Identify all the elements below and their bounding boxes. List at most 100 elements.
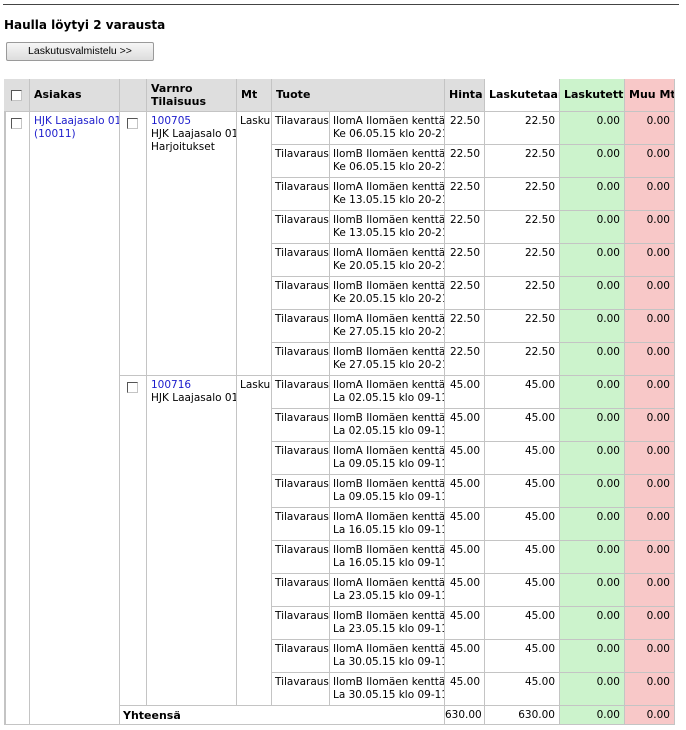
- row-laskutettu: 0.00: [560, 508, 625, 541]
- row-tuote: Tilavaraus: [272, 673, 330, 706]
- customer-code-link[interactable]: (10011): [34, 128, 76, 140]
- row-resource-name: IlomB Ilomäen kenttä B: [333, 676, 445, 688]
- row-resource: IlomA Ilomäen kenttä A La 23.05.15 klo 09…: [330, 574, 445, 607]
- row-resource: IlomB Ilomäen kenttä B La 09.05.15 klo 09…: [330, 475, 445, 508]
- row-resource-name: IlomB Ilomäen kenttä B: [333, 346, 445, 358]
- row-resource: IlomA Ilomäen kenttä A Ke 20.05.15 klo 20…: [330, 244, 445, 277]
- row-resource-time: La 23.05.15 klo 09-11: [333, 623, 445, 635]
- header-laskutetaan: Laskutetaan: [485, 79, 560, 112]
- row-resource-name: IlomB Ilomäen kenttä B: [333, 214, 445, 226]
- row-muu-mt: 0.00: [625, 607, 675, 640]
- row-laskutetaan: 45.00: [485, 376, 560, 409]
- customer-select-cell: [4, 112, 30, 725]
- row-laskutetaan: 45.00: [485, 607, 560, 640]
- row-hinta: 45.00: [445, 541, 485, 574]
- row-laskutetaan: 45.00: [485, 409, 560, 442]
- row-laskutettu: 0.00: [560, 244, 625, 277]
- row-muu-mt: 0.00: [625, 508, 675, 541]
- row-resource-name: IlomA Ilomäen kenttä A: [333, 181, 445, 193]
- row-resource: IlomB Ilomäen kenttä B La 16.05.15 klo 09…: [330, 541, 445, 574]
- row-laskutetaan: 45.00: [485, 475, 560, 508]
- row-resource-name: IlomA Ilomäen kenttä A: [333, 115, 445, 127]
- row-resource-name: IlomA Ilomäen kenttä A: [333, 247, 445, 259]
- row-laskutetaan: 22.50: [485, 244, 560, 277]
- row-resource-time: La 09.05.15 klo 09-11: [333, 491, 445, 503]
- row-tuote: Tilavaraus: [272, 607, 330, 640]
- header-select-booking: [120, 79, 147, 112]
- row-resource-time: La 16.05.15 klo 09-11: [333, 524, 445, 536]
- row-laskutettu: 0.00: [560, 277, 625, 310]
- row-laskutettu: 0.00: [560, 112, 625, 145]
- row-resource: IlomA Ilomäen kenttä A La 09.05.15 klo 09…: [330, 442, 445, 475]
- row-resource: IlomB Ilomäen kenttä B La 23.05.15 klo 09…: [330, 607, 445, 640]
- row-resource: IlomB Ilomäen kenttä B Ke 27.05.15 klo 20…: [330, 343, 445, 376]
- row-muu-mt: 0.00: [625, 475, 675, 508]
- totals-muu-mt: 0.00: [625, 706, 675, 725]
- row-hinta: 22.50: [445, 343, 485, 376]
- row-tuote: Tilavaraus: [272, 574, 330, 607]
- row-resource-time: La 09.05.15 klo 09-11: [333, 458, 445, 470]
- row-muu-mt: 0.00: [625, 244, 675, 277]
- row-tuote: Tilavaraus: [272, 640, 330, 673]
- row-resource: IlomB Ilomäen kenttä B Ke 06.05.15 klo 20…: [330, 145, 445, 178]
- row-resource-time: Ke 13.05.15 klo 20-21: [333, 194, 445, 206]
- header-laskutettu: Laskutettu: [560, 79, 625, 112]
- booking-checkbox[interactable]: [127, 382, 138, 393]
- row-hinta: 45.00: [445, 574, 485, 607]
- row-tuote: Tilavaraus: [272, 541, 330, 574]
- top-divider: [3, 4, 679, 5]
- row-resource-time: Ke 27.05.15 klo 20-21: [333, 359, 445, 371]
- row-hinta: 45.00: [445, 442, 485, 475]
- customer-checkbox[interactable]: [11, 118, 22, 129]
- row-resource-time: Ke 06.05.15 klo 20-21: [333, 128, 445, 140]
- row-laskutettu: 0.00: [560, 178, 625, 211]
- row-laskutettu: 0.00: [560, 376, 625, 409]
- row-resource-time: Ke 20.05.15 klo 20-21: [333, 293, 445, 305]
- row-laskutettu: 0.00: [560, 211, 625, 244]
- row-laskutettu: 0.00: [560, 541, 625, 574]
- header-tilaisuus-label: Tilaisuus: [151, 95, 206, 108]
- row-laskutetaan: 45.00: [485, 574, 560, 607]
- row-resource-name: IlomA Ilomäen kenttä A: [333, 511, 445, 523]
- row-laskutetaan: 45.00: [485, 673, 560, 706]
- row-laskutetaan: 45.00: [485, 541, 560, 574]
- customer-link[interactable]: HJK Laajasalo 01: [34, 115, 119, 127]
- row-resource: IlomA Ilomäen kenttä A La 02.05.15 klo 09…: [330, 376, 445, 409]
- row-resource-time: La 30.05.15 klo 09-11: [333, 656, 445, 668]
- row-hinta: 22.50: [445, 112, 485, 145]
- row-resource-name: IlomB Ilomäen kenttä B: [333, 610, 445, 622]
- row-resource-time: Ke 13.05.15 klo 20-21: [333, 227, 445, 239]
- row-resource-name: IlomA Ilomäen kenttä A: [333, 577, 445, 589]
- row-tuote: Tilavaraus: [272, 442, 330, 475]
- row-muu-mt: 0.00: [625, 178, 675, 211]
- row-tuote: Tilavaraus: [272, 376, 330, 409]
- row-laskutetaan: 45.00: [485, 640, 560, 673]
- booking-mt: Lasku: [237, 376, 272, 706]
- row-resource-time: La 30.05.15 klo 09-11: [333, 689, 445, 701]
- row-resource-time: Ke 27.05.15 klo 20-21: [333, 326, 445, 338]
- booking-number-link[interactable]: 100705: [151, 115, 191, 127]
- row-resource-time: La 02.05.15 klo 09-11: [333, 392, 445, 404]
- row-resource: IlomA Ilomäen kenttä A Ke 06.05.15 klo 20…: [330, 112, 445, 145]
- row-muu-mt: 0.00: [625, 343, 675, 376]
- booking-number-link[interactable]: 100716: [151, 379, 191, 391]
- row-resource-name: IlomA Ilomäen kenttä A: [333, 643, 445, 655]
- header-muu-mt: Muu Mt: [625, 79, 675, 112]
- row-resource: IlomB Ilomäen kenttä B La 30.05.15 klo 09…: [330, 673, 445, 706]
- row-muu-mt: 0.00: [625, 409, 675, 442]
- row-resource: IlomB Ilomäen kenttä B Ke 13.05.15 klo 20…: [330, 211, 445, 244]
- booking-checkbox[interactable]: [127, 118, 138, 129]
- row-resource: IlomB Ilomäen kenttä B La 02.05.15 klo 09…: [330, 409, 445, 442]
- row-laskutettu: 0.00: [560, 442, 625, 475]
- booking-info: 100705 HJK Laajasalo 01 Harjoitukset: [147, 112, 237, 376]
- row-hinta: 45.00: [445, 376, 485, 409]
- customer-cell: HJK Laajasalo 01 (10011): [30, 112, 120, 725]
- row-tuote: Tilavaraus: [272, 178, 330, 211]
- header-varnro: Varnro Tilaisuus: [147, 79, 237, 112]
- laskutusvalmistelu-button[interactable]: Laskutusvalmistelu >>: [6, 42, 154, 61]
- row-laskutetaan: 22.50: [485, 145, 560, 178]
- row-laskutettu: 0.00: [560, 343, 625, 376]
- select-all-checkbox[interactable]: [11, 90, 22, 101]
- totals-label: Yhteensä: [120, 706, 445, 725]
- row-hinta: 45.00: [445, 640, 485, 673]
